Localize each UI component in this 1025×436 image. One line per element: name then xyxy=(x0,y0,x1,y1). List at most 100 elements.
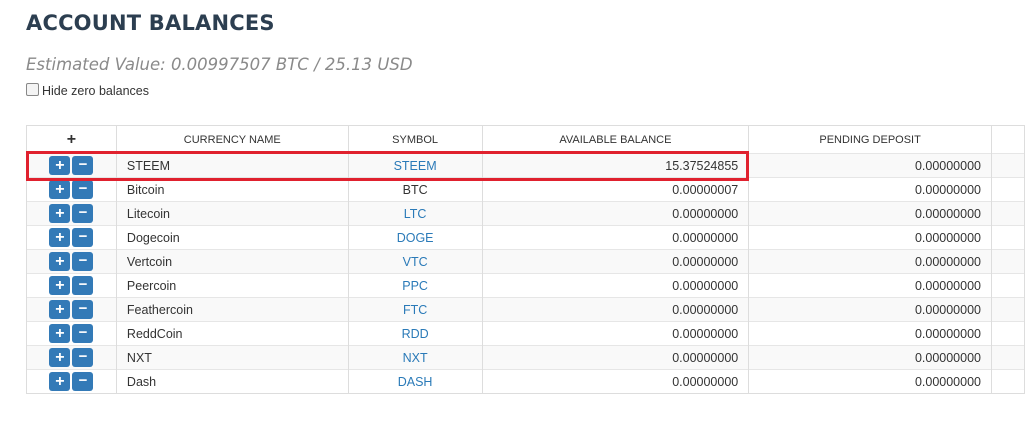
currency-name: Bitcoin xyxy=(116,177,349,202)
column-header-pending-deposit[interactable]: PENDING DEPOSIT xyxy=(748,125,992,154)
withdraw-button[interactable]: − xyxy=(72,252,94,271)
row-actions: + − xyxy=(26,225,117,250)
table-row: + − Bitcoin BTC 0.00000007 0.00000000 xyxy=(26,177,1025,202)
column-header-symbol[interactable]: SYMBOL xyxy=(348,125,483,154)
table-row: + − Dogecoin DOGE 0.00000000 0.00000000 xyxy=(26,225,1025,250)
withdraw-button[interactable]: − xyxy=(72,180,94,199)
extra-cell xyxy=(991,345,1025,370)
deposit-button[interactable]: + xyxy=(49,276,71,295)
extra-cell xyxy=(991,177,1025,202)
plus-icon: + xyxy=(55,301,65,318)
hide-zero-checkbox[interactable] xyxy=(26,83,39,96)
table-row: + − Litecoin LTC 0.00000000 0.00000000 xyxy=(26,201,1025,226)
pending-deposit: 0.00000000 xyxy=(748,345,992,370)
plus-icon: + xyxy=(55,253,65,270)
table-row: + − Peercoin PPC 0.00000000 0.00000000 xyxy=(26,273,1025,298)
extra-cell xyxy=(991,249,1025,274)
currency-symbol[interactable]: STEEM xyxy=(348,153,483,178)
withdraw-button[interactable]: − xyxy=(72,324,94,343)
currency-symbol: BTC xyxy=(348,177,483,202)
extra-cell xyxy=(991,225,1025,250)
currency-name: Dash xyxy=(116,369,349,394)
available-balance: 0.00000000 xyxy=(482,225,750,250)
extra-cell xyxy=(991,321,1025,346)
minus-icon: − xyxy=(78,276,88,293)
currency-symbol[interactable]: FTC xyxy=(348,297,483,322)
withdraw-button[interactable]: − xyxy=(72,348,94,367)
currency-symbol-text[interactable]: DOGE xyxy=(397,231,434,245)
deposit-button[interactable]: + xyxy=(49,300,71,319)
currency-symbol-text[interactable]: STEEM xyxy=(394,159,437,173)
table-row: + − ReddCoin RDD 0.00000000 0.00000000 xyxy=(26,321,1025,346)
deposit-button[interactable]: + xyxy=(49,372,71,391)
extra-cell xyxy=(991,273,1025,298)
pending-deposit: 0.00000000 xyxy=(748,321,992,346)
minus-icon: − xyxy=(78,324,88,341)
currency-symbol[interactable]: RDD xyxy=(348,321,483,346)
currency-symbol-text[interactable]: VTC xyxy=(403,255,428,269)
deposit-button[interactable]: + xyxy=(49,324,71,343)
table-row: + − Feathercoin FTC 0.00000000 0.00000000 xyxy=(26,297,1025,322)
extra-cell xyxy=(991,153,1025,178)
minus-icon: − xyxy=(78,204,88,221)
column-header-actions[interactable]: + xyxy=(26,125,117,154)
pending-deposit: 0.00000000 xyxy=(748,369,992,394)
available-balance: 15.37524855 xyxy=(482,153,750,178)
pending-deposit: 0.00000000 xyxy=(748,225,992,250)
row-actions: + − xyxy=(26,345,117,370)
table-row: + − Vertcoin VTC 0.00000000 0.00000000 xyxy=(26,249,1025,274)
deposit-button[interactable]: + xyxy=(49,228,71,247)
withdraw-button[interactable]: − xyxy=(72,228,94,247)
currency-symbol-text[interactable]: RDD xyxy=(402,327,429,341)
currency-symbol-text: BTC xyxy=(402,182,428,197)
deposit-button[interactable]: + xyxy=(49,156,71,175)
table-row: + − NXT NXT 0.00000000 0.00000000 xyxy=(26,345,1025,370)
currency-name: ReddCoin xyxy=(116,321,349,346)
pending-deposit: 0.00000000 xyxy=(748,153,992,178)
currency-symbol[interactable]: VTC xyxy=(348,249,483,274)
plus-icon: + xyxy=(55,349,65,366)
currency-name: Peercoin xyxy=(116,273,349,298)
withdraw-button[interactable]: − xyxy=(72,204,94,223)
row-actions: + − xyxy=(26,153,117,178)
column-header-extra xyxy=(991,125,1025,154)
plus-icon: + xyxy=(55,205,65,222)
minus-icon: − xyxy=(78,300,88,317)
currency-name: Litecoin xyxy=(116,201,349,226)
plus-icon: + xyxy=(55,277,65,294)
currency-symbol[interactable]: LTC xyxy=(348,201,483,226)
minus-icon: − xyxy=(78,180,88,197)
table-header-row: + CURRENCY NAME SYMBOL AVAILABLE BALANCE… xyxy=(26,125,1025,154)
currency-symbol[interactable]: DOGE xyxy=(348,225,483,250)
currency-symbol-text[interactable]: FTC xyxy=(403,303,427,317)
currency-symbol-text[interactable]: LTC xyxy=(404,207,427,221)
hide-zero-balances-toggle[interactable]: Hide zero balances xyxy=(26,83,149,98)
minus-icon: − xyxy=(78,228,88,245)
estimated-value: Estimated Value: 0.00997507 BTC / 25.13 … xyxy=(26,55,413,74)
currency-symbol-text[interactable]: PPC xyxy=(402,279,428,293)
page-title: ACCOUNT BALANCES xyxy=(26,11,275,35)
currency-name: Feathercoin xyxy=(116,297,349,322)
deposit-button[interactable]: + xyxy=(49,204,71,223)
withdraw-button[interactable]: − xyxy=(72,276,94,295)
row-actions: + − xyxy=(26,297,117,322)
available-balance: 0.00000000 xyxy=(482,201,750,226)
currency-symbol-text[interactable]: NXT xyxy=(403,351,428,365)
column-header-currency-name[interactable]: CURRENCY NAME xyxy=(116,125,349,154)
currency-name: STEEM xyxy=(116,153,349,178)
available-balance: 0.00000007 xyxy=(482,177,750,202)
currency-symbol[interactable]: PPC xyxy=(348,273,483,298)
plus-icon: + xyxy=(55,325,65,342)
available-balance: 0.00000000 xyxy=(482,345,750,370)
currency-symbol[interactable]: DASH xyxy=(348,369,483,394)
deposit-button[interactable]: + xyxy=(49,252,71,271)
deposit-button[interactable]: + xyxy=(49,180,71,199)
withdraw-button[interactable]: − xyxy=(72,300,94,319)
currency-symbol-text[interactable]: DASH xyxy=(398,375,433,389)
withdraw-button[interactable]: − xyxy=(72,156,94,175)
currency-name: Vertcoin xyxy=(116,249,349,274)
column-header-available-balance[interactable]: AVAILABLE BALANCE xyxy=(482,125,750,154)
withdraw-button[interactable]: − xyxy=(72,372,94,391)
deposit-button[interactable]: + xyxy=(49,348,71,367)
currency-symbol[interactable]: NXT xyxy=(348,345,483,370)
